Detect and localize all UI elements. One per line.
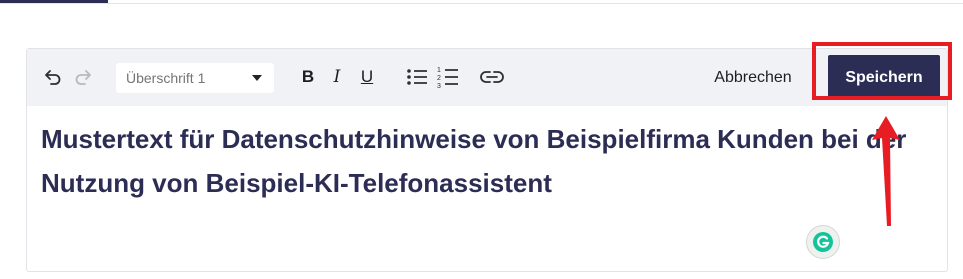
undo-icon[interactable] xyxy=(42,66,64,88)
redo-icon[interactable] xyxy=(72,66,94,88)
cancel-button[interactable]: Abbrechen xyxy=(703,61,803,94)
rich-text-editor: Überschrift 1 B I U 1 2 3 Abbrechen Spei… xyxy=(26,48,948,272)
editor-toolbar: Überschrift 1 B I U 1 2 3 Abbrechen Spei… xyxy=(27,49,947,106)
editor-heading-text[interactable]: Mustertext für Datenschutzhinweise von B… xyxy=(41,117,931,205)
annotation-highlight-box xyxy=(812,42,952,100)
heading-style-value: Überschrift 1 xyxy=(126,70,206,86)
numbered-list-icon[interactable]: 1 2 3 xyxy=(436,64,460,90)
bold-button[interactable]: B xyxy=(297,65,319,89)
svg-text:3: 3 xyxy=(437,83,441,89)
heading-style-select[interactable]: Überschrift 1 xyxy=(116,63,274,93)
grammarly-icon[interactable] xyxy=(806,225,840,259)
arrow-up-icon xyxy=(872,116,900,226)
svg-text:2: 2 xyxy=(437,75,441,82)
svg-text:1: 1 xyxy=(437,67,441,74)
underline-button[interactable]: U xyxy=(356,65,378,89)
tab-divider xyxy=(0,3,963,4)
italic-button[interactable]: I xyxy=(326,65,348,89)
chevron-down-icon xyxy=(252,75,262,81)
link-icon[interactable] xyxy=(479,66,505,88)
bulleted-list-icon[interactable] xyxy=(405,66,429,88)
